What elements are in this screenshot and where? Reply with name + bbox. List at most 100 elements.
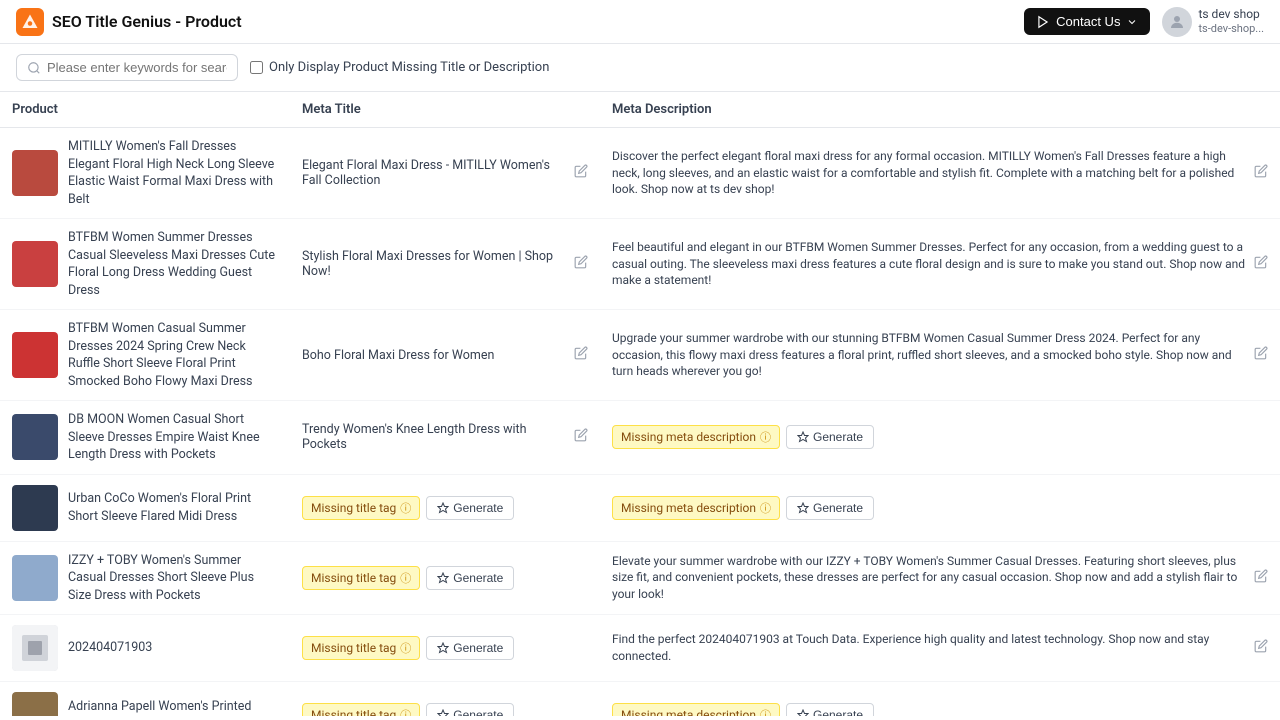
missing-badge: Missing title tag ⓘ	[302, 496, 420, 520]
table-row: BTFBM Women Summer Dresses Casual Sleeve…	[0, 219, 1280, 310]
meta-desc-cell: Elevate your summer wardrobe with our IZ…	[600, 541, 1280, 615]
edit-icon[interactable]	[574, 346, 588, 364]
meta-title-cell: Trendy Women's Knee Length Dress with Po…	[290, 401, 600, 475]
info-icon: ⓘ	[400, 640, 411, 656]
meta-desc-cell: Missing meta description ⓘ Generate	[600, 474, 1280, 541]
product-table-container: Product Meta Title Meta Description MITI…	[0, 92, 1280, 716]
info-icon: ⓘ	[760, 500, 771, 516]
product-cell: IZZY + TOBY Women's Summer Casual Dresse…	[0, 541, 290, 615]
product-name: DB MOON Women Casual Short Sleeve Dresse…	[68, 411, 278, 464]
product-cell: Urban CoCo Women's Floral Print Short Sl…	[0, 474, 290, 541]
edit-icon[interactable]	[1254, 346, 1268, 364]
missing-badge: Missing title tag ⓘ	[302, 636, 420, 660]
info-icon: ⓘ	[400, 707, 411, 716]
product-cell: DB MOON Women Casual Short Sleeve Dresse…	[0, 401, 290, 475]
table-row: Adrianna Papell Women's Printed Smocked …	[0, 682, 1280, 717]
app-logo	[16, 8, 44, 36]
sparkle-icon	[437, 502, 449, 514]
table-row: IZZY + TOBY Women's Summer Casual Dresse…	[0, 541, 1280, 615]
edit-icon[interactable]	[574, 164, 588, 182]
search-input[interactable]	[47, 60, 227, 75]
product-image	[12, 414, 58, 460]
sparkle-icon	[797, 502, 809, 514]
edit-icon[interactable]	[1254, 255, 1268, 273]
meta-title-cell: Missing title tag ⓘ Generate	[290, 615, 600, 682]
product-image	[12, 692, 58, 716]
col-meta-title: Meta Title	[290, 92, 600, 128]
avatar	[1162, 7, 1192, 37]
table-row: Urban CoCo Women's Floral Print Short Sl…	[0, 474, 1280, 541]
meta-desc-text: Elevate your summer wardrobe with our IZ…	[612, 553, 1248, 603]
info-icon: ⓘ	[760, 429, 771, 445]
info-icon: ⓘ	[400, 500, 411, 516]
edit-icon[interactable]	[574, 428, 588, 446]
product-image	[12, 241, 58, 287]
missing-badge: Missing meta description ⓘ	[612, 496, 780, 520]
meta-title-text: Trendy Women's Knee Length Dress with Po…	[302, 422, 568, 452]
play-icon	[1036, 15, 1050, 29]
edit-icon[interactable]	[1254, 164, 1268, 182]
meta-desc-cell: Find the perfect 202404071903 at Touch D…	[600, 615, 1280, 682]
meta-title-text: Stylish Floral Maxi Dresses for Women | …	[302, 249, 568, 279]
product-cell: Adrianna Papell Women's Printed Smocked …	[0, 682, 290, 717]
generate-button[interactable]: Generate	[426, 496, 514, 520]
search-icon	[27, 61, 41, 75]
generate-button[interactable]: Generate	[786, 703, 874, 716]
product-name: BTFBM Women Summer Dresses Casual Sleeve…	[68, 229, 278, 299]
missing-badge: Missing title tag ⓘ	[302, 566, 420, 590]
app-title: SEO Title Genius - Product	[52, 12, 242, 31]
product-name: Urban CoCo Women's Floral Print Short Sl…	[68, 490, 278, 525]
meta-title-cell: Missing title tag ⓘ Generate	[290, 682, 600, 717]
product-image	[12, 485, 58, 531]
user-store-name: ts dev shop	[1198, 7, 1264, 23]
toolbar: Only Display Product Missing Title or De…	[0, 44, 1280, 92]
edit-icon[interactable]	[1254, 639, 1268, 657]
filter-label[interactable]: Only Display Product Missing Title or De…	[250, 60, 549, 75]
product-name: Adrianna Papell Women's Printed Smocked …	[68, 698, 278, 717]
table-row: 202404071903 Missing title tag ⓘ Generat…	[0, 615, 1280, 682]
product-cell: 202404071903	[0, 615, 290, 682]
product-name: MITILLY Women's Fall Dresses Elegant Flo…	[68, 138, 278, 208]
user-text: ts dev shop ts-dev-shop...	[1198, 7, 1264, 37]
generate-button[interactable]: Generate	[786, 425, 874, 449]
user-avatar-icon	[1168, 13, 1186, 31]
info-icon: ⓘ	[400, 570, 411, 586]
meta-title-cell: Elegant Floral Maxi Dress - MITILLY Wome…	[290, 128, 600, 219]
table-row: DB MOON Women Casual Short Sleeve Dresse…	[0, 401, 1280, 475]
sparkle-icon	[437, 642, 449, 654]
table-row: MITILLY Women's Fall Dresses Elegant Flo…	[0, 128, 1280, 219]
info-icon: ⓘ	[760, 707, 771, 716]
generate-button[interactable]: Generate	[426, 566, 514, 590]
meta-desc-text: Upgrade your summer wardrobe with our st…	[612, 330, 1248, 380]
generate-button[interactable]: Generate	[426, 636, 514, 660]
meta-desc-text: Discover the perfect elegant floral maxi…	[612, 148, 1248, 198]
product-cell: BTFBM Women Casual Summer Dresses 2024 S…	[0, 310, 290, 401]
meta-desc-cell: Feel beautiful and elegant in our BTFBM …	[600, 219, 1280, 310]
filter-checkbox[interactable]	[250, 61, 263, 74]
product-image	[12, 150, 58, 196]
meta-desc-cell: Upgrade your summer wardrobe with our st…	[600, 310, 1280, 401]
filter-text: Only Display Product Missing Title or De…	[269, 60, 549, 75]
meta-desc-cell: Discover the perfect elegant floral maxi…	[600, 128, 1280, 219]
meta-title-cell: Missing title tag ⓘ Generate	[290, 541, 600, 615]
meta-desc-text: Feel beautiful and elegant in our BTFBM …	[612, 239, 1248, 289]
product-table: Product Meta Title Meta Description MITI…	[0, 92, 1280, 716]
meta-title-text: Boho Floral Maxi Dress for Women	[302, 348, 568, 363]
sparkle-icon	[437, 709, 449, 716]
missing-badge: Missing meta description ⓘ	[612, 703, 780, 716]
col-product: Product	[0, 92, 290, 128]
sparkle-icon	[797, 431, 809, 443]
table-header-row: Product Meta Title Meta Description	[0, 92, 1280, 128]
edit-icon[interactable]	[1254, 569, 1268, 587]
edit-icon[interactable]	[574, 255, 588, 273]
user-info: ts dev shop ts-dev-shop...	[1162, 7, 1264, 37]
meta-desc-text: Find the perfect 202404071903 at Touch D…	[612, 631, 1248, 665]
product-name: 202404071903	[68, 639, 152, 657]
meta-title-text: Elegant Floral Maxi Dress - MITILLY Wome…	[302, 158, 568, 188]
contact-us-button[interactable]: Contact Us	[1024, 8, 1150, 35]
generate-button[interactable]: Generate	[786, 496, 874, 520]
product-name: IZZY + TOBY Women's Summer Casual Dresse…	[68, 552, 278, 605]
generate-button[interactable]: Generate	[426, 703, 514, 716]
missing-badge: Missing title tag ⓘ	[302, 703, 420, 716]
product-name: BTFBM Women Casual Summer Dresses 2024 S…	[68, 320, 278, 390]
